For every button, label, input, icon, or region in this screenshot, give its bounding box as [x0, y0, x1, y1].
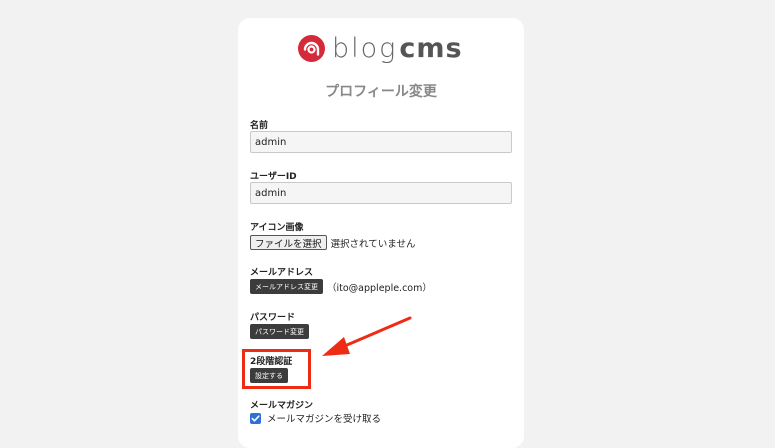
- file-status-text: 選択されていません: [330, 238, 416, 250]
- a-blog-cms-logo-icon: [298, 34, 325, 62]
- user-id-label: ユーザーID: [250, 172, 297, 182]
- password-label: パスワード: [250, 313, 296, 323]
- logo-wordmark: blog cms: [332, 33, 463, 64]
- name-label: 名前: [250, 121, 269, 131]
- icon-image-file-input: ファイルを選択 選択されていません: [250, 235, 415, 250]
- newsletter-checkbox-label: メールマガジンを受け取る: [267, 414, 382, 425]
- logo-text-blog: blog: [332, 32, 398, 64]
- change-email-button[interactable]: メールアドレス変更: [250, 279, 323, 294]
- logo: blog cms: [298, 32, 463, 64]
- page-title: プロフィール変更: [325, 84, 437, 100]
- newsletter-checkbox[interactable]: [250, 412, 261, 424]
- icon-image-label: アイコン画像: [250, 223, 304, 233]
- checkmark-icon: [251, 414, 260, 422]
- name-input[interactable]: [250, 131, 512, 153]
- logo-text-cms: cms: [399, 32, 463, 64]
- annotation-arrow-icon: [322, 316, 412, 356]
- change-password-button[interactable]: パスワード変更: [250, 324, 309, 339]
- newsletter-label: メールマガジン: [250, 401, 314, 411]
- email-value: （ito@appleple.com）: [327, 283, 432, 294]
- choose-file-button[interactable]: ファイルを選択: [250, 235, 327, 250]
- annotation-highlight-box: [242, 349, 311, 389]
- email-label: メールアドレス: [250, 268, 314, 278]
- newsletter-checkbox-row[interactable]: メールマガジンを受け取る: [250, 411, 381, 425]
- user-id-input[interactable]: [250, 182, 512, 204]
